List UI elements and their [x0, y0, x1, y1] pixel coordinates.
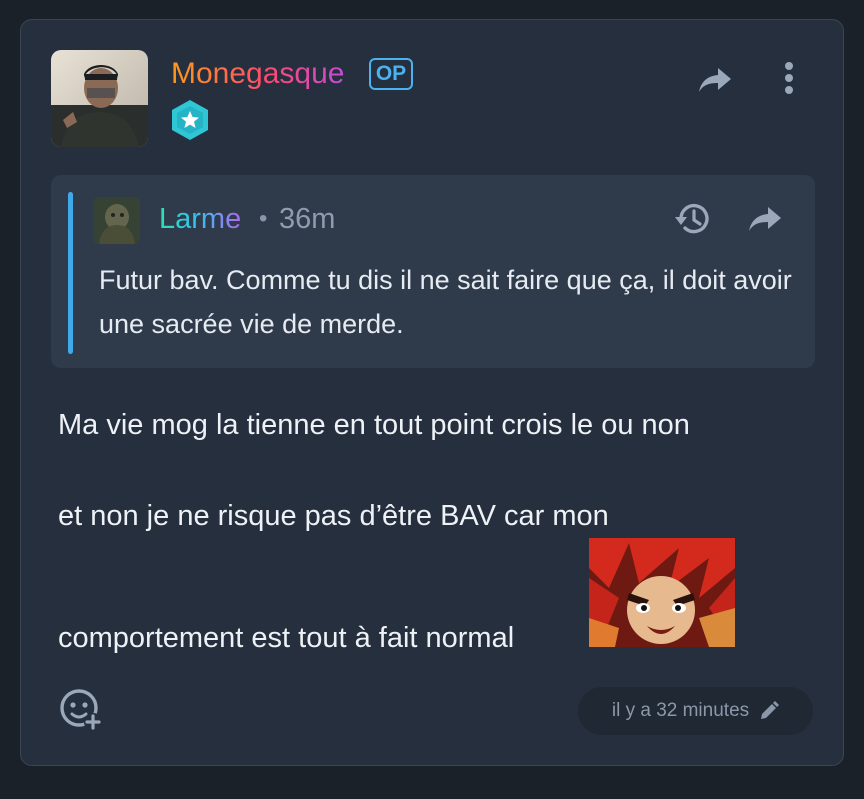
- quote-bar: [68, 192, 73, 354]
- quoted-message[interactable]: Larme • 36m Futur bav. Comme tu dis il n…: [51, 175, 815, 368]
- author-avatar[interactable]: [51, 50, 148, 147]
- more-options-icon[interactable]: [771, 56, 807, 100]
- post-card: Monegasque OP Larme • 36m Futur bav. Com…: [20, 19, 844, 766]
- message-line: comportement est tout à fait normal: [58, 622, 515, 654]
- op-badge: OP: [369, 58, 413, 90]
- pencil-icon: [761, 701, 780, 719]
- add-reaction-icon[interactable]: [57, 686, 105, 734]
- quote-author-name[interactable]: Larme: [159, 202, 241, 236]
- quote-text: Futur bav. Comme tu dis il ne sait faire…: [99, 265, 792, 339]
- history-icon[interactable]: [671, 197, 715, 241]
- post-timestamp: il y a 32 minutes: [611, 700, 750, 721]
- timestamp-pill[interactable]: il y a 32 minutes: [578, 687, 813, 735]
- quote-separator: •: [259, 205, 268, 232]
- anime-sticker-image[interactable]: [589, 538, 735, 647]
- quote-author-avatar[interactable]: [93, 197, 140, 244]
- share-icon[interactable]: [693, 58, 737, 102]
- message-line: et non je ne risque pas d’être BAV car m…: [58, 500, 609, 532]
- author-name[interactable]: Monegasque: [171, 56, 344, 92]
- star-hexagon-badge-icon: [169, 98, 211, 142]
- message-line: Ma vie mog la tienne en tout point crois…: [58, 409, 690, 441]
- quote-share-icon[interactable]: [743, 197, 787, 241]
- quote-time: 36m: [279, 203, 336, 235]
